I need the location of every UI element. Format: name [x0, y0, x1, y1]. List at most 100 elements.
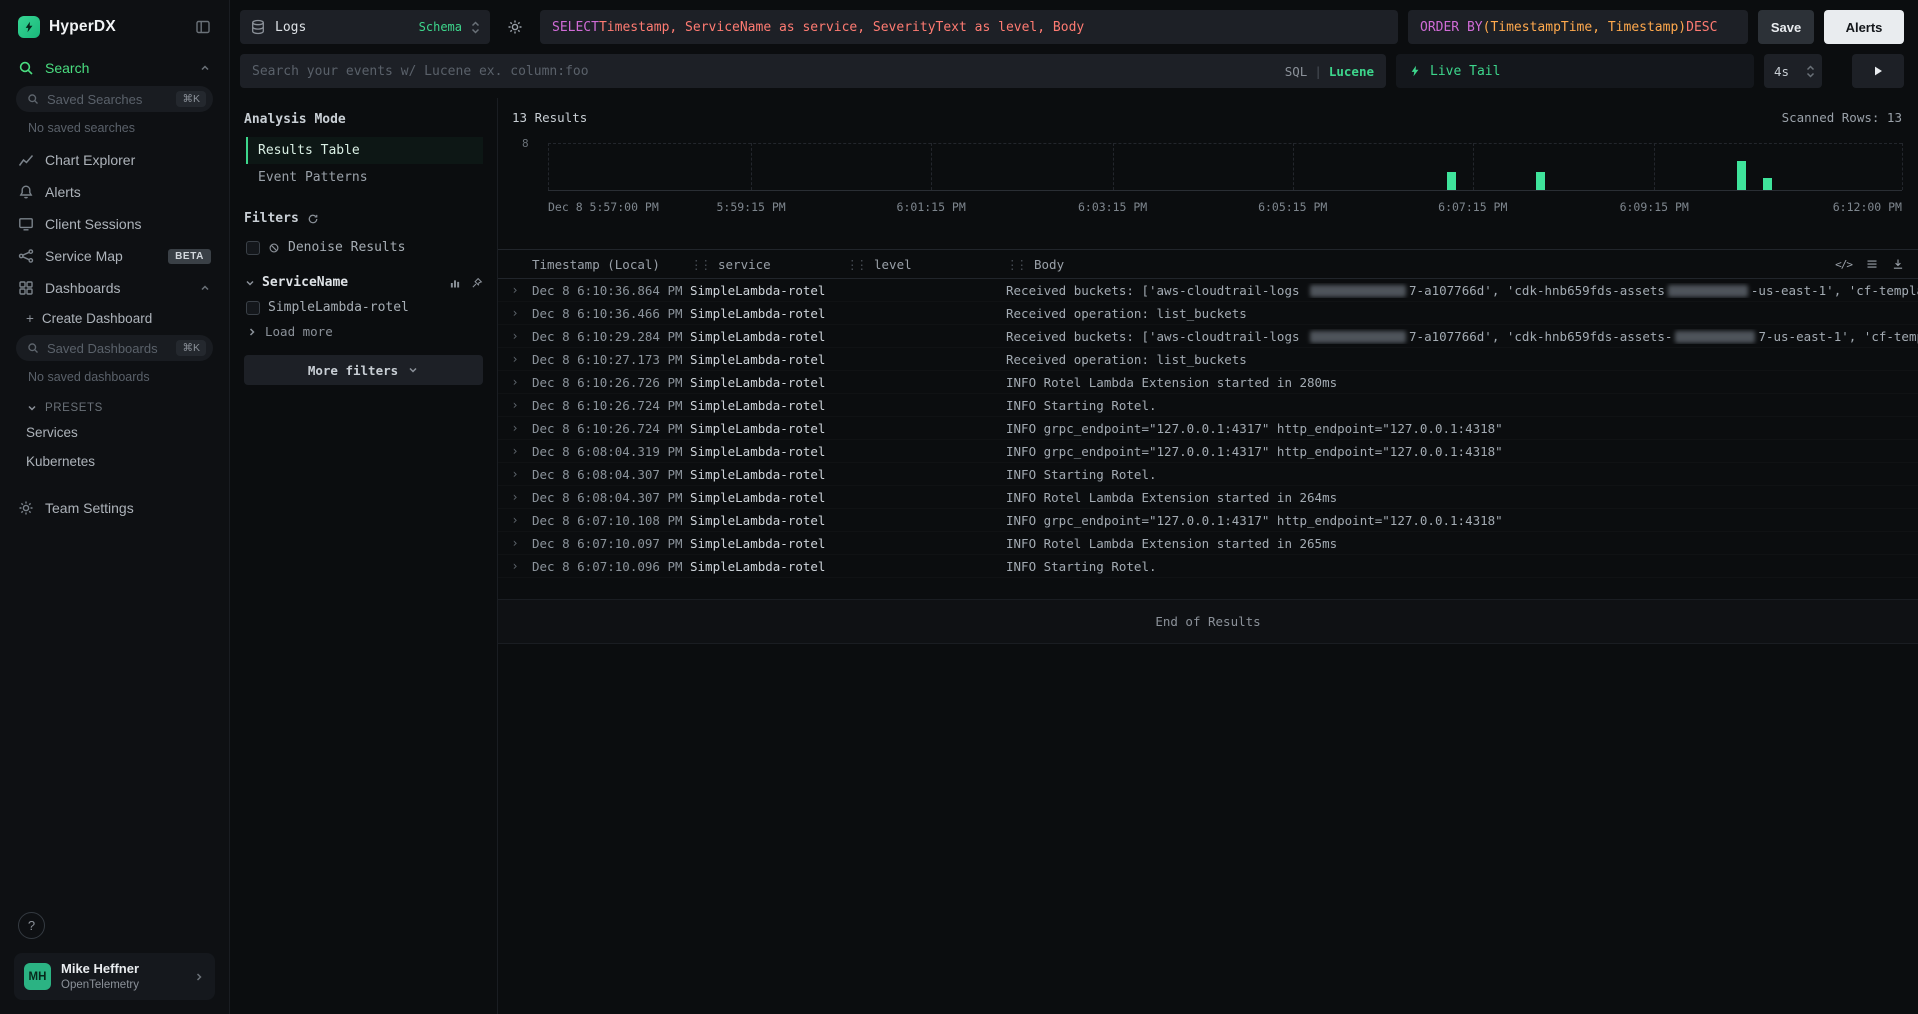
row-expand-icon[interactable]: › — [498, 306, 532, 320]
table-row[interactable]: › Dec 8 6:10:26.724 PM SimpleLambda-rote… — [498, 394, 1918, 417]
histogram-bar[interactable] — [1763, 178, 1772, 190]
table-row[interactable]: › Dec 8 6:07:10.108 PM SimpleLambda-rote… — [498, 509, 1918, 532]
row-expand-icon[interactable]: › — [498, 490, 532, 504]
row-expand-icon[interactable]: › — [498, 398, 532, 412]
column-header-service[interactable]: ⋮⋮service — [690, 257, 846, 272]
row-expand-icon[interactable]: › — [498, 329, 532, 343]
source-settings-button[interactable] — [500, 10, 530, 44]
column-header-timestamp[interactable]: Timestamp (Local) — [532, 257, 690, 272]
column-drag-handle[interactable]: ⋮⋮ — [1006, 257, 1025, 272]
scanned-rows: Scanned Rows: 13 — [1782, 110, 1902, 125]
table-row[interactable]: › Dec 8 6:07:10.097 PM SimpleLambda-rote… — [498, 532, 1918, 555]
histogram-bar[interactable] — [1737, 161, 1746, 190]
histogram-bar[interactable] — [1447, 172, 1456, 190]
row-timestamp: Dec 8 6:10:29.284 PM — [532, 329, 690, 344]
lucene-mode-option[interactable]: Lucene — [1329, 64, 1374, 79]
row-density-icon[interactable] — [1866, 258, 1878, 270]
row-service: SimpleLambda-rotel — [690, 352, 846, 367]
download-icon[interactable] — [1892, 258, 1904, 270]
stepper-arrows-icon[interactable] — [1806, 65, 1815, 78]
live-tail-button[interactable]: Live Tail — [1396, 54, 1754, 88]
search-input[interactable] — [252, 64, 1277, 79]
table-row[interactable]: › Dec 8 6:08:04.307 PM SimpleLambda-rote… — [498, 463, 1918, 486]
presets-section-toggle[interactable]: PRESETS — [10, 393, 219, 418]
sidebar-item-chart-explorer[interactable]: Chart Explorer — [10, 144, 219, 176]
row-expand-icon[interactable]: › — [498, 513, 532, 527]
results-histogram[interactable]: 8 Dec 8 5:57:00 PM5:59:15 PM6:01 — [512, 137, 1902, 217]
save-button[interactable]: Save — [1758, 10, 1814, 44]
row-body: INFO grpc_endpoint="127.0.0.1:4317" http… — [1006, 444, 1918, 459]
refresh-icon[interactable] — [307, 213, 319, 225]
table-row[interactable]: › Dec 8 6:10:36.864 PM SimpleLambda-rote… — [498, 279, 1918, 302]
sidebar-item-client-sessions[interactable]: Client Sessions — [10, 208, 219, 240]
chevron-up-icon[interactable] — [199, 62, 211, 74]
mode-results-table[interactable]: Results Table — [246, 137, 483, 164]
chevron-up-icon[interactable] — [199, 282, 211, 294]
table-row[interactable]: › Dec 8 6:10:26.726 PM SimpleLambda-rote… — [498, 371, 1918, 394]
histogram-bar[interactable] — [1536, 172, 1545, 190]
table-row[interactable]: › Dec 8 6:07:10.096 PM SimpleLambda-rote… — [498, 555, 1918, 578]
saved-searches-input[interactable] — [47, 92, 168, 107]
saved-searches-search[interactable]: ⌘K — [16, 86, 213, 112]
facet-servicename[interactable]: ServiceName — [244, 275, 483, 290]
redacted-text — [1310, 331, 1406, 343]
table-row[interactable]: › Dec 8 6:10:26.724 PM SimpleLambda-rote… — [498, 417, 1918, 440]
refresh-interval-select[interactable]: 4s — [1764, 54, 1822, 88]
keyboard-shortcut-badge: ⌘K — [176, 340, 206, 356]
table-row[interactable]: › Dec 8 6:08:04.307 PM SimpleLambda-rote… — [498, 486, 1918, 509]
preset-services[interactable]: Services — [10, 418, 219, 447]
user-meta: Mike Heffner OpenTelemetry — [61, 961, 183, 992]
code-view-icon[interactable]: </> — [1835, 258, 1852, 271]
denoise-results-option[interactable]: Denoise Results — [244, 236, 483, 259]
row-expand-icon[interactable]: › — [498, 352, 532, 366]
row-expand-icon[interactable]: › — [498, 421, 532, 435]
more-filters-button[interactable]: More filters — [244, 355, 483, 385]
source-select[interactable]: Logs Schema — [240, 10, 490, 44]
row-expand-icon[interactable]: › — [498, 375, 532, 389]
table-row[interactable]: › Dec 8 6:10:27.173 PM SimpleLambda-rote… — [498, 348, 1918, 371]
row-timestamp: Dec 8 6:10:26.724 PM — [532, 398, 690, 413]
collapse-sidebar-icon[interactable] — [195, 19, 211, 35]
row-expand-icon[interactable]: › — [498, 536, 532, 550]
table-row[interactable]: › Dec 8 6:08:04.319 PM SimpleLambda-rote… — [498, 440, 1918, 463]
column-drag-handle[interactable]: ⋮⋮ — [690, 257, 709, 272]
saved-dashboards-input[interactable] — [47, 341, 168, 356]
sidebar-item-team-settings[interactable]: Team Settings — [10, 492, 219, 524]
run-query-button[interactable] — [1852, 54, 1904, 88]
table-row[interactable]: › Dec 8 6:10:36.466 PM SimpleLambda-rote… — [498, 302, 1918, 325]
sidebar-item-alerts[interactable]: Alerts — [10, 176, 219, 208]
column-drag-handle[interactable]: ⋮⋮ — [846, 257, 865, 272]
facet-checkbox[interactable] — [246, 301, 260, 315]
order-by-input[interactable]: ORDER BY (TimestampTime, Timestamp) DESC — [1408, 10, 1748, 44]
bar-chart-icon[interactable] — [449, 277, 461, 289]
pin-icon[interactable] — [471, 277, 483, 289]
sidebar-item-service-map[interactable]: Service Map BETA — [10, 240, 219, 272]
row-expand-icon[interactable]: › — [498, 467, 532, 481]
saved-dashboards-search[interactable]: ⌘K — [16, 335, 213, 361]
load-more[interactable]: Load more — [244, 319, 483, 339]
event-search[interactable]: SQL | Lucene — [240, 54, 1386, 88]
row-expand-icon[interactable]: › — [498, 444, 532, 458]
facet-value-option[interactable]: SimpleLambda-rotel — [244, 296, 483, 319]
results-header: 13 Results Scanned Rows: 13 — [498, 106, 1918, 127]
redacted-text — [1675, 331, 1755, 343]
denoise-checkbox[interactable] — [246, 241, 260, 255]
plus-icon: + — [26, 311, 34, 326]
user-menu[interactable]: MH Mike Heffner OpenTelemetry — [14, 953, 215, 1000]
create-dashboard-button[interactable]: + Create Dashboard — [10, 304, 219, 333]
alerts-button[interactable]: Alerts — [1824, 10, 1904, 44]
column-header-body[interactable]: ⋮⋮Body — [1006, 257, 1918, 272]
sidebar-item-search[interactable]: Search — [10, 52, 219, 84]
table-row[interactable]: › Dec 8 6:10:29.284 PM SimpleLambda-rote… — [498, 325, 1918, 348]
sidebar-item-dashboards[interactable]: Dashboards — [10, 272, 219, 304]
preset-kubernetes[interactable]: Kubernetes — [10, 447, 219, 476]
column-header-level[interactable]: ⋮⋮level — [846, 257, 1006, 272]
create-dashboard-label: Create Dashboard — [42, 311, 152, 326]
sql-mode-option[interactable]: SQL — [1285, 64, 1308, 79]
row-expand-icon[interactable]: › — [498, 559, 532, 573]
help-button[interactable]: ? — [18, 912, 45, 939]
row-expand-icon[interactable]: › — [498, 283, 532, 297]
select-query-input[interactable]: SELECT Timestamp, ServiceName as service… — [540, 10, 1398, 44]
mode-event-patterns[interactable]: Event Patterns — [246, 164, 483, 191]
sidebar-item-label: Search — [45, 60, 89, 76]
